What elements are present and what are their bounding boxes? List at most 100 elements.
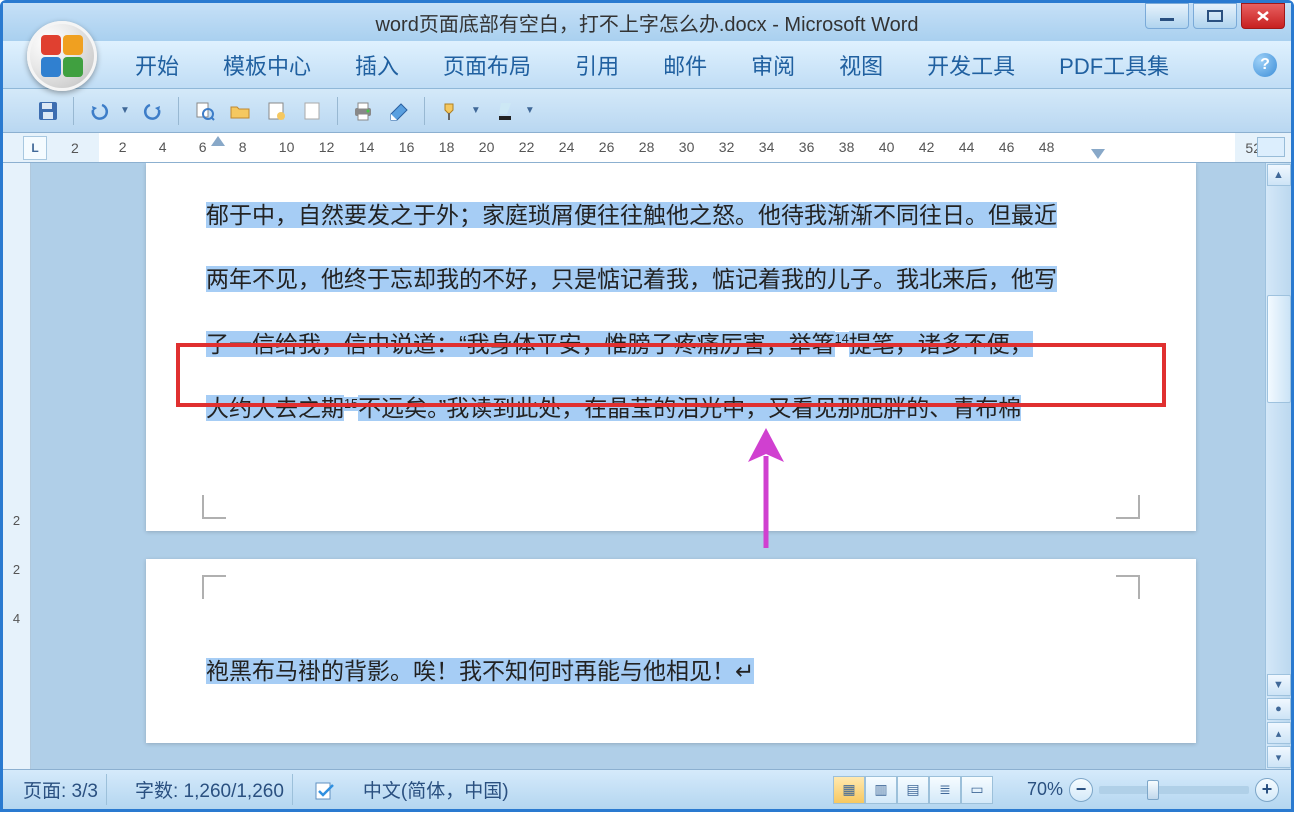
brush-dropdown[interactable]: ▼ — [469, 105, 483, 116]
zoom-level[interactable]: 70% — [1027, 779, 1063, 800]
full-screen-view-icon[interactable]: ▥ — [865, 776, 897, 804]
browse-object-icon[interactable]: ● — [1267, 698, 1291, 720]
doc-text[interactable]: 郁于中，自然要发之于外；家庭琐屑便往往触他之怒。他待我渐渐不同往日。但最近 — [206, 202, 1057, 228]
tab-home[interactable]: 开始 — [113, 41, 201, 89]
properties-icon[interactable] — [261, 96, 291, 126]
proofing-icon[interactable] — [313, 779, 335, 801]
status-language[interactable]: 中文(简体，中国) — [355, 774, 517, 805]
scroll-thumb[interactable] — [1267, 295, 1291, 403]
ruler-tick: 26 — [599, 139, 615, 155]
tab-template[interactable]: 模板中心 — [201, 41, 333, 89]
page-margin-tl — [202, 575, 226, 599]
eraser-icon[interactable] — [384, 96, 414, 126]
ruler-tick: 36 — [799, 139, 815, 155]
scroll-track[interactable] — [1267, 187, 1291, 673]
footnote-ref[interactable]: 14 — [835, 332, 849, 346]
outline-view-icon[interactable]: ≣ — [929, 776, 961, 804]
indent-marker-right[interactable] — [1091, 149, 1105, 159]
ruler-tick: 6 — [199, 139, 207, 155]
print-layout-view-icon[interactable]: ▦ — [833, 776, 865, 804]
ruler-left-scale: 2 — [71, 140, 79, 156]
help-icon[interactable]: ? — [1253, 53, 1277, 77]
doc-text[interactable]: 大约大去之期 — [206, 395, 344, 421]
close-button[interactable] — [1241, 3, 1285, 29]
tab-selector[interactable]: L — [23, 136, 47, 160]
undo-icon[interactable] — [84, 96, 114, 126]
doc-text[interactable]: 提笔，诸多不便， — [849, 331, 1033, 357]
ruler-tick: 10 — [279, 139, 295, 155]
tab-page-layout[interactable]: 页面布局 — [421, 41, 553, 89]
format-painter-icon[interactable] — [435, 96, 465, 126]
ruler-tick: 16 — [399, 139, 415, 155]
vertical-scrollbar[interactable]: ▲ ▼ ● ▴ ▾ — [1265, 163, 1291, 769]
ruler-tick: 44 — [959, 139, 975, 155]
ruler-tick: 14 — [359, 139, 375, 155]
undo-dropdown[interactable]: ▼ — [118, 105, 132, 116]
tab-view[interactable]: 视图 — [817, 41, 905, 89]
ruler-tick: 38 — [839, 139, 855, 155]
new-icon[interactable] — [297, 96, 327, 126]
doc-text[interactable]: 袍黑布马褂的背影。唉！我不知何时再能与他相见！↵ — [206, 658, 754, 684]
print-preview-icon[interactable] — [189, 96, 219, 126]
page-2[interactable]: 袍黑布马褂的背影。唉！我不知何时再能与他相见！↵ — [146, 559, 1196, 743]
ruler-tick: 48 — [1039, 139, 1055, 155]
document-area[interactable]: 郁于中，自然要发之于外；家庭琐屑便往往触他之怒。他待我渐渐不同往日。但最近 两年… — [31, 163, 1291, 769]
ruler-tick: 40 — [879, 139, 895, 155]
ribbon-tabs: 开始 模板中心 插入 页面布局 引用 邮件 审阅 视图 开发工具 PDF工具集 … — [3, 41, 1291, 89]
ruler-tick: 30 — [679, 139, 695, 155]
highlight-icon[interactable] — [489, 96, 519, 126]
open-icon[interactable] — [225, 96, 255, 126]
draft-view-icon[interactable]: ▭ — [961, 776, 993, 804]
doc-text[interactable]: 不远矣。”我读到此处，在晶莹的泪光中，又看见那肥胖的、青布棉 — [358, 395, 1021, 421]
ruler-tick: 24 — [559, 139, 575, 155]
tab-pdf[interactable]: PDF工具集 — [1037, 41, 1191, 89]
ruler-toggle-icon[interactable] — [1257, 137, 1285, 157]
quick-print-icon[interactable] — [348, 96, 378, 126]
indent-marker-left[interactable] — [211, 136, 225, 146]
zoom-out-button[interactable]: − — [1069, 778, 1093, 802]
status-page[interactable]: 页面: 3/3 — [15, 774, 107, 805]
status-wordcount[interactable]: 字数: 1,260/1,260 — [127, 774, 293, 805]
maximize-button[interactable] — [1193, 3, 1237, 29]
view-buttons: ▦ ▥ ▤ ≣ ▭ — [833, 776, 993, 804]
footnote-ref[interactable]: 15 — [344, 397, 358, 411]
qat-more-dropdown[interactable]: ▼ — [523, 105, 537, 116]
ruler-tick: 22 — [519, 139, 535, 155]
scroll-down-icon[interactable]: ▼ — [1267, 674, 1291, 696]
annotation-arrow — [736, 428, 796, 548]
window-title: word页面底部有空白，打不上字怎么办.docx - Microsoft Wor… — [375, 8, 918, 37]
redo-icon[interactable] — [138, 96, 168, 126]
zoom-slider-thumb[interactable] — [1147, 780, 1159, 800]
minimize-button[interactable] — [1145, 3, 1189, 29]
ruler-scale[interactable]: 2468101214161820222426283032343638404244… — [99, 133, 1236, 163]
zoom-in-button[interactable]: + — [1255, 778, 1279, 802]
prev-page-icon[interactable]: ▴ — [1267, 722, 1291, 744]
tab-developer[interactable]: 开发工具 — [905, 41, 1037, 89]
tab-review[interactable]: 审阅 — [729, 41, 817, 89]
ruler-tick: 8 — [239, 139, 247, 155]
zoom-slider[interactable] — [1099, 786, 1249, 794]
tab-mailings[interactable]: 邮件 — [641, 41, 729, 89]
horizontal-ruler[interactable]: L 2 246810121416182022242628303234363840… — [3, 133, 1291, 163]
page-1[interactable]: 郁于中，自然要发之于外；家庭琐屑便往往触他之怒。他待我渐渐不同往日。但最近 两年… — [146, 163, 1196, 531]
ruler-tick: 34 — [759, 139, 775, 155]
page-margin-bl — [202, 495, 226, 519]
tab-insert[interactable]: 插入 — [333, 41, 421, 89]
office-button[interactable] — [27, 21, 97, 91]
titlebar: word页面底部有空白，打不上字怎么办.docx - Microsoft Wor… — [3, 3, 1291, 41]
page-margin-br — [1116, 495, 1140, 519]
page-margin-tr — [1116, 575, 1140, 599]
tab-references[interactable]: 引用 — [553, 41, 641, 89]
save-icon[interactable] — [33, 96, 63, 126]
ruler-tick: 42 — [919, 139, 935, 155]
ruler-tick: 2 — [119, 139, 127, 155]
scroll-up-icon[interactable]: ▲ — [1267, 164, 1291, 186]
next-page-icon[interactable]: ▾ — [1267, 746, 1291, 768]
ruler-tick: 4 — [159, 139, 167, 155]
ruler-tick: 18 — [439, 139, 455, 155]
vertical-ruler[interactable]: 2 2 4 — [3, 163, 31, 769]
web-layout-view-icon[interactable]: ▤ — [897, 776, 929, 804]
doc-text[interactable]: 了一信给我，信中说道：“我身体平安，惟膀子疼痛厉害，举箸 — [206, 331, 835, 357]
doc-text[interactable]: 两年不见，他终于忘却我的不好，只是惦记着我，惦记着我的儿子。我北来后，他写 — [206, 266, 1057, 292]
ruler-tick: 12 — [319, 139, 335, 155]
